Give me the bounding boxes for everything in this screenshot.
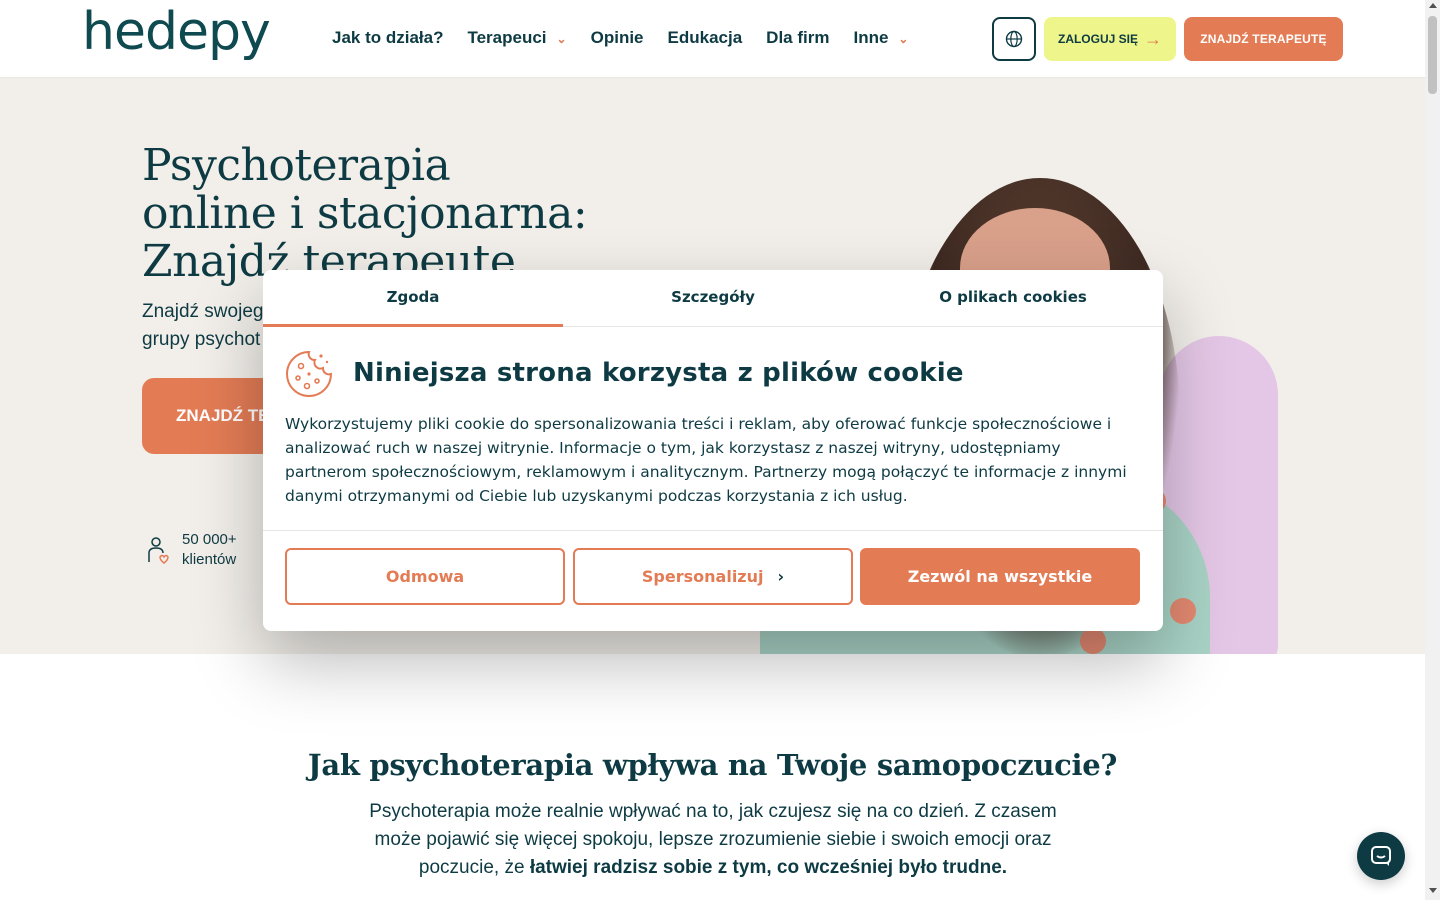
hero-title-line: Psychoterapia <box>142 140 451 191</box>
section-text: Psychoterapia może realnie wpływać na to… <box>352 798 1074 882</box>
login-label: ZALOGUJ SIĘ <box>1057 32 1138 46</box>
stat-value: 50 000+ <box>182 531 237 548</box>
nav-item-reviews[interactable]: Opinie <box>591 28 644 48</box>
nav-item-for-companies[interactable]: Dla firm <box>766 28 829 48</box>
chevron-down-icon: ⌄ <box>556 32 567 46</box>
section-text-bold: łatwiej radzisz sobie z tym, co wcześnie… <box>529 857 1008 878</box>
customize-label: Spersonalizuj <box>641 567 764 586</box>
tab-about-cookies[interactable]: O plikach cookies <box>863 270 1163 326</box>
nav-label: Inne <box>853 28 889 47</box>
nav-label: Opinie <box>590 28 644 47</box>
shirt-flower <box>1080 628 1106 654</box>
find-therapist-button[interactable]: ZNAJDŹ TERAPEUTĘ <box>1184 17 1343 61</box>
language-button[interactable] <box>992 17 1036 61</box>
clients-icon <box>148 537 169 564</box>
deny-button[interactable]: Odmowa <box>285 548 565 605</box>
deny-label: Odmowa <box>385 567 465 586</box>
scrollbar[interactable] <box>1425 0 1440 900</box>
allow-all-button[interactable]: Zezwól na wszystkie <box>860 548 1140 605</box>
nav-label: Edukacja <box>667 28 743 47</box>
cookie-consent-dialog: Zgoda Szczegóły O plikach cookies Niniej… <box>263 270 1163 631</box>
nav-item-how-it-works[interactable]: Jak to działa? <box>332 28 443 48</box>
stat-text: 50 000+ klientów <box>182 530 237 570</box>
allow-all-label: Zezwól na wszystkie <box>907 567 1093 586</box>
shirt-flower <box>1170 598 1196 624</box>
chat-icon <box>1371 846 1391 866</box>
hero-title: Psychoterapia online i stacjonarna: Znaj… <box>142 142 622 286</box>
login-button[interactable]: ZALOGUJ SIĘ → <box>1044 17 1176 61</box>
nav-item-therapists[interactable]: Terapeuci ⌄ <box>467 28 566 48</box>
nav-item-education[interactable]: Edukacja <box>668 28 743 48</box>
cookie-icon <box>286 350 333 397</box>
scroll-thumb[interactable] <box>1428 16 1437 94</box>
chat-button[interactable] <box>1357 832 1405 880</box>
section-title: Jak psychoterapia wpływa na Twoje samopo… <box>307 748 1118 782</box>
nav-label: Dla firm <box>766 28 830 47</box>
nav-item-other[interactable]: Inne ⌄ <box>853 28 908 48</box>
nav-label: Jak to działa? <box>332 28 444 47</box>
cookie-dialog-title: Niniejsza strona korzysta z plików cooki… <box>353 358 964 388</box>
hero-title-line: online i stacjonarna: <box>142 188 588 239</box>
clients-stat: 50 000+ klientów <box>146 530 237 570</box>
chevron-down-icon: ⌄ <box>898 32 909 46</box>
arrow-right-icon: → <box>1144 28 1162 49</box>
divider <box>263 530 1163 531</box>
globe-icon <box>1005 30 1023 48</box>
customize-button[interactable]: Spersonalizuj › <box>573 548 853 605</box>
main-nav: Jak to działa? Terapeuci ⌄ Opinie Edukacj… <box>332 28 932 48</box>
scroll-up-icon[interactable] <box>1429 3 1437 8</box>
tab-details[interactable]: Szczegóły <box>563 270 863 326</box>
site-header: hedepy Jak to działa? Terapeuci ⌄ Opinie … <box>0 0 1425 78</box>
nav-label: Terapeuci <box>467 28 547 47</box>
tab-consent[interactable]: Zgoda <box>263 270 563 327</box>
logo[interactable]: hedepy <box>82 2 271 62</box>
cookie-dialog-body: Wykorzystujemy pliki cookie do spersonal… <box>285 415 1127 505</box>
cookie-tabs: Zgoda Szczegóły O plikach cookies <box>263 270 1163 327</box>
chevron-right-icon: › <box>777 567 785 586</box>
stat-label: klientów <box>182 551 237 568</box>
scroll-down-icon[interactable] <box>1429 888 1437 893</box>
